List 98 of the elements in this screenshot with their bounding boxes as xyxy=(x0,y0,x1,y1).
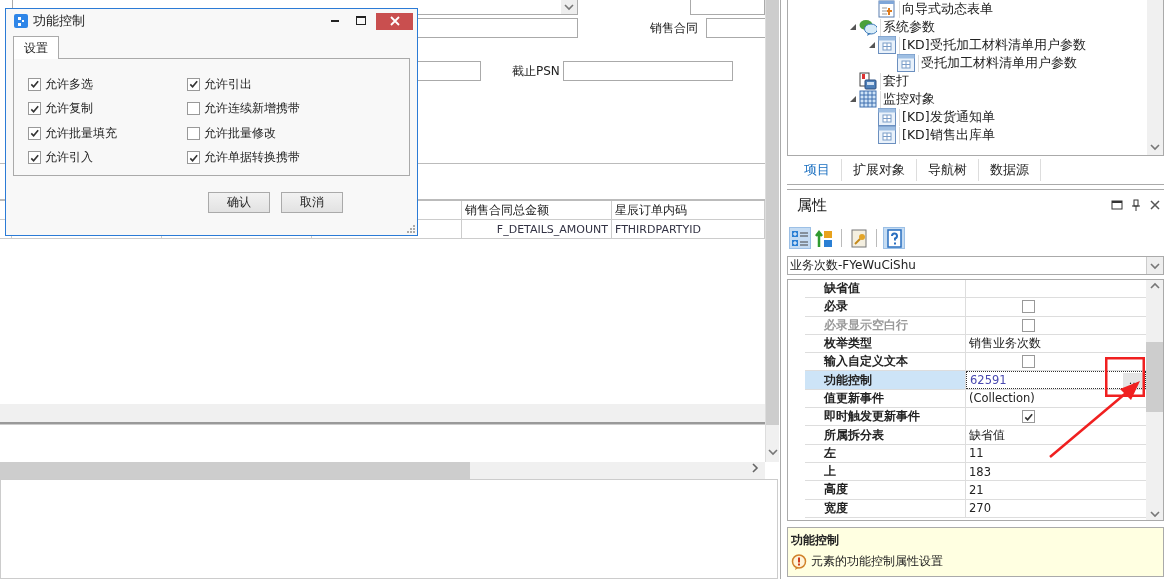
property-value[interactable]: 缺省值 xyxy=(969,427,1146,443)
collapse-triangle-icon[interactable] xyxy=(849,23,857,31)
checkbox[interactable] xyxy=(28,77,41,91)
app-icon xyxy=(14,14,28,28)
checkbox-label[interactable]: 允许多选 xyxy=(45,75,93,93)
tree-item[interactable]: [KD]发货通知单 xyxy=(899,108,995,126)
property-name[interactable]: 宽度 xyxy=(805,499,966,517)
checkbox-label[interactable]: 允许引入 xyxy=(45,149,93,167)
property-value[interactable]: 11 xyxy=(969,446,1146,461)
tree-item[interactable]: 受托加工材料清单用户参数 xyxy=(918,54,1077,72)
table-icon xyxy=(878,36,896,54)
property-name[interactable]: 即时触发更新事件 xyxy=(805,408,966,426)
tree-item[interactable]: 向导式动态表单 xyxy=(899,0,993,18)
checkbox[interactable] xyxy=(1022,300,1035,314)
description-title: 功能控制 xyxy=(791,532,840,549)
checkbox-label[interactable]: 允许批量填充 xyxy=(45,124,117,142)
speech-bubbles-icon xyxy=(859,18,877,36)
tree-item[interactable]: 监控对象 xyxy=(880,90,935,108)
property-value[interactable]: 21 xyxy=(969,482,1146,497)
property-name[interactable]: 左 xyxy=(805,444,966,462)
highlight-box xyxy=(1105,357,1145,397)
property-name[interactable]: 缺省值 xyxy=(805,280,966,298)
tree-item[interactable]: [KD]销售出库单 xyxy=(899,126,995,144)
scrollbar[interactable] xyxy=(1147,0,1163,155)
object-dropdown[interactable]: 业务次数-FYeWuCiShu xyxy=(787,256,1164,275)
property-value[interactable]: 销售业务次数 xyxy=(969,336,1146,352)
table-cell: F_DETAILS_AMOUNT xyxy=(462,220,612,239)
table-icon xyxy=(878,108,896,126)
field-label: 截止PSN xyxy=(512,62,561,80)
chevron-right-icon xyxy=(749,462,761,474)
checkbox[interactable] xyxy=(28,126,41,140)
close-icon xyxy=(1148,199,1161,211)
property-value[interactable]: 183 xyxy=(969,464,1146,479)
property-value[interactable]: 62591 xyxy=(970,373,1123,388)
checkbox-label[interactable]: 允许连续新增携带 xyxy=(204,100,300,118)
sort-arrow-icon xyxy=(814,228,834,248)
chevron-down-icon xyxy=(1148,508,1161,520)
property-value[interactable]: (Collection) xyxy=(969,391,1146,406)
checkbox[interactable] xyxy=(28,151,41,165)
close-icon xyxy=(389,16,400,26)
property-name[interactable]: 必录 xyxy=(805,298,966,316)
scrollbar[interactable] xyxy=(765,0,779,462)
field-label: 销售合同 xyxy=(650,19,699,37)
property-name[interactable]: 上 xyxy=(805,462,966,481)
collapse-triangle-icon[interactable] xyxy=(849,95,857,103)
restore-icon xyxy=(1110,199,1123,211)
input-field[interactable] xyxy=(690,0,765,15)
property-name[interactable]: 枚举类型 xyxy=(805,334,966,353)
tree-item[interactable]: [KD]受托加工材料清单用户参数 xyxy=(899,36,1086,54)
category-list-icon xyxy=(790,228,810,248)
scrollbar[interactable] xyxy=(0,462,765,479)
checkbox[interactable] xyxy=(1022,410,1035,424)
checkbox-label[interactable]: 允许批量修改 xyxy=(204,124,276,142)
warning-bubble-icon xyxy=(791,553,807,570)
dialog-button[interactable]: 取消 xyxy=(281,192,343,213)
checkbox-label[interactable]: 允许复制 xyxy=(45,100,93,118)
description-text: 元素的功能控制属性设置 xyxy=(811,553,943,570)
property-name[interactable]: 功能控制 xyxy=(805,371,966,389)
column-header[interactable]: 销售合同总金额 xyxy=(462,201,612,220)
table-icon xyxy=(897,54,915,72)
chevron-down-icon xyxy=(766,446,779,458)
tree-item[interactable]: 套打 xyxy=(880,72,909,90)
property-value[interactable]: 270 xyxy=(969,501,1146,516)
minimize-icon xyxy=(331,20,339,22)
property-pages-button[interactable] xyxy=(848,227,870,249)
printer-icon xyxy=(859,72,877,90)
property-name[interactable]: 所属拆分表 xyxy=(805,426,966,444)
checkbox[interactable] xyxy=(187,102,200,116)
dialog-button[interactable]: 确认 xyxy=(208,192,270,213)
dialog-title: 功能控制 xyxy=(33,12,85,30)
panel-title: 属性 xyxy=(797,195,827,215)
checkbox[interactable] xyxy=(1022,355,1035,369)
property-name[interactable]: 输入自定义文本 xyxy=(805,353,966,371)
checkbox-label[interactable]: 允许引出 xyxy=(204,75,252,93)
scrollbar[interactable] xyxy=(1146,280,1163,520)
close-button[interactable] xyxy=(376,12,413,30)
checkbox[interactable] xyxy=(187,151,200,165)
chevron-down-icon xyxy=(1149,141,1161,153)
help-icon xyxy=(884,228,904,248)
categorized-button[interactable] xyxy=(789,227,811,249)
tree-item[interactable]: 系统参数 xyxy=(880,18,935,36)
resize-grip-icon xyxy=(407,225,415,233)
checkbox[interactable] xyxy=(28,102,41,116)
checkbox-label[interactable]: 允许单据转换携带 xyxy=(204,149,300,167)
tab[interactable]: 设置 xyxy=(13,36,59,59)
key-page-icon xyxy=(849,228,869,248)
table-icon xyxy=(878,126,896,144)
grid-icon xyxy=(859,90,877,108)
input-field[interactable] xyxy=(706,18,765,38)
property-name[interactable]: 值更新事件 xyxy=(805,389,966,408)
checkbox[interactable] xyxy=(187,126,200,140)
help-button[interactable] xyxy=(883,227,905,249)
maximize-icon xyxy=(356,16,366,26)
property-name[interactable]: 高度 xyxy=(805,481,966,499)
checkbox[interactable] xyxy=(187,77,200,91)
pin-icon xyxy=(1129,199,1142,211)
input-field[interactable] xyxy=(563,61,733,81)
collapse-triangle-icon[interactable] xyxy=(868,41,876,49)
